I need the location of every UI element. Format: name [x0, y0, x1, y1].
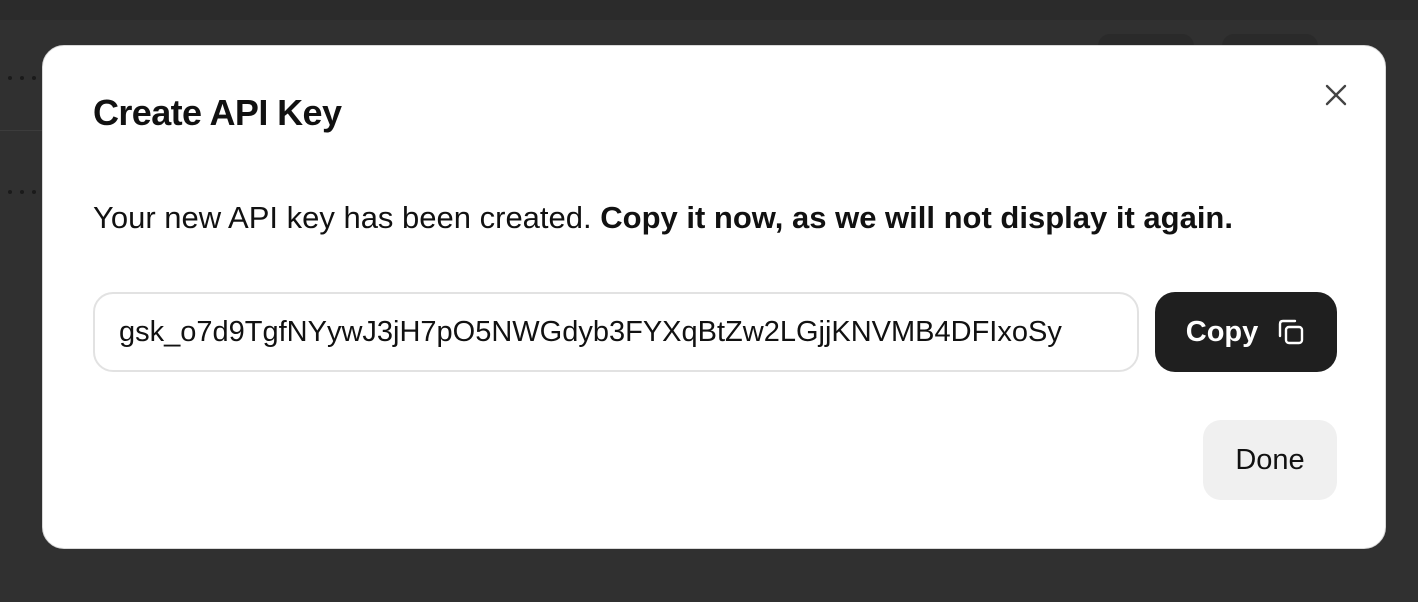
done-button[interactable]: Done — [1203, 420, 1337, 500]
background-menu-dots — [8, 76, 44, 82]
dialog-title: Create API Key — [93, 92, 342, 133]
close-button[interactable] — [1321, 80, 1351, 110]
dialog-message: Your new API key has been created. Copy … — [93, 200, 1233, 236]
copy-button-label: Copy — [1185, 315, 1259, 348]
api-key-field[interactable] — [93, 292, 1139, 372]
copy-icon — [1276, 317, 1306, 347]
background-menu-dots — [8, 190, 44, 196]
create-api-key-dialog: Create API Key Your new API key has been… — [42, 45, 1386, 549]
copy-button[interactable]: Copy — [1155, 292, 1337, 372]
background-header — [0, 0, 1418, 20]
message-text: Your new API key has been created. — [93, 200, 592, 235]
message-warning: Copy it now, as we will not display it a… — [600, 200, 1233, 235]
close-icon — [1325, 84, 1347, 106]
background-divider — [0, 130, 44, 131]
